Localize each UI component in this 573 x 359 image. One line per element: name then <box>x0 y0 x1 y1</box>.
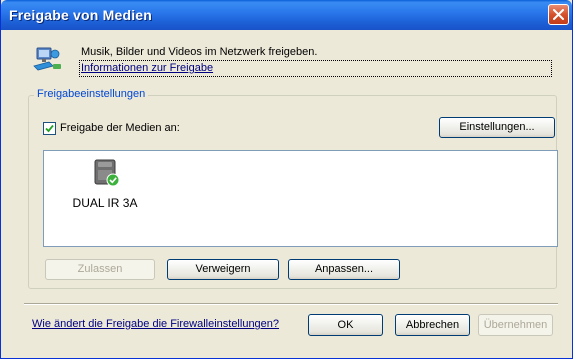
firewall-link[interactable]: Wie ändert die Freigabe die Firewalleins… <box>32 318 279 330</box>
apply-button[interactable]: Übernehmen <box>478 314 553 336</box>
media-device-allowed-icon <box>94 159 120 187</box>
media-sharing-dialog: Freigabe von Medien Musik, Bilder und Vi… <box>0 0 573 359</box>
title-bar[interactable]: Freigabe von Medien <box>1 0 572 30</box>
deny-button-label: Verweigern <box>195 263 251 275</box>
settings-button[interactable]: Einstellungen... <box>439 117 555 138</box>
ok-button-label: OK <box>337 319 354 331</box>
apply-button-label: Übernehmen <box>483 319 548 331</box>
info-link[interactable]: Informationen zur Freigabe <box>81 62 213 74</box>
deny-button[interactable]: Verweigern <box>167 259 279 280</box>
network-media-icon <box>33 47 61 71</box>
device-list[interactable]: DUAL IR 3A <box>43 150 558 247</box>
cancel-button-label: Abbrechen <box>405 319 460 331</box>
share-media-checkbox-label[interactable]: Freigabe der Medien an: <box>60 122 180 134</box>
allow-button-label: Zulassen <box>77 263 123 275</box>
close-icon <box>553 9 564 20</box>
window-title: Freigabe von Medien <box>9 7 153 23</box>
customize-button-label: Anpassen... <box>314 263 374 275</box>
ok-button[interactable]: OK <box>308 314 383 336</box>
close-button[interactable] <box>548 4 569 25</box>
list-item[interactable]: DUAL IR 3A <box>45 152 165 212</box>
checkmark-icon <box>45 124 54 133</box>
allow-button[interactable]: Zulassen <box>45 259 155 280</box>
share-description: Musik, Bilder und Videos im Netzwerk fre… <box>81 46 318 58</box>
footer-divider <box>24 303 558 305</box>
cancel-button[interactable]: Abbrechen <box>395 314 470 336</box>
share-media-checkbox[interactable] <box>43 122 56 135</box>
settings-button-label: Einstellungen... <box>459 121 535 133</box>
device-name: DUAL IR 3A <box>72 196 138 210</box>
customize-button[interactable]: Anpassen... <box>288 259 400 280</box>
settings-group-legend: Freigabeeinstellungen <box>34 88 149 100</box>
